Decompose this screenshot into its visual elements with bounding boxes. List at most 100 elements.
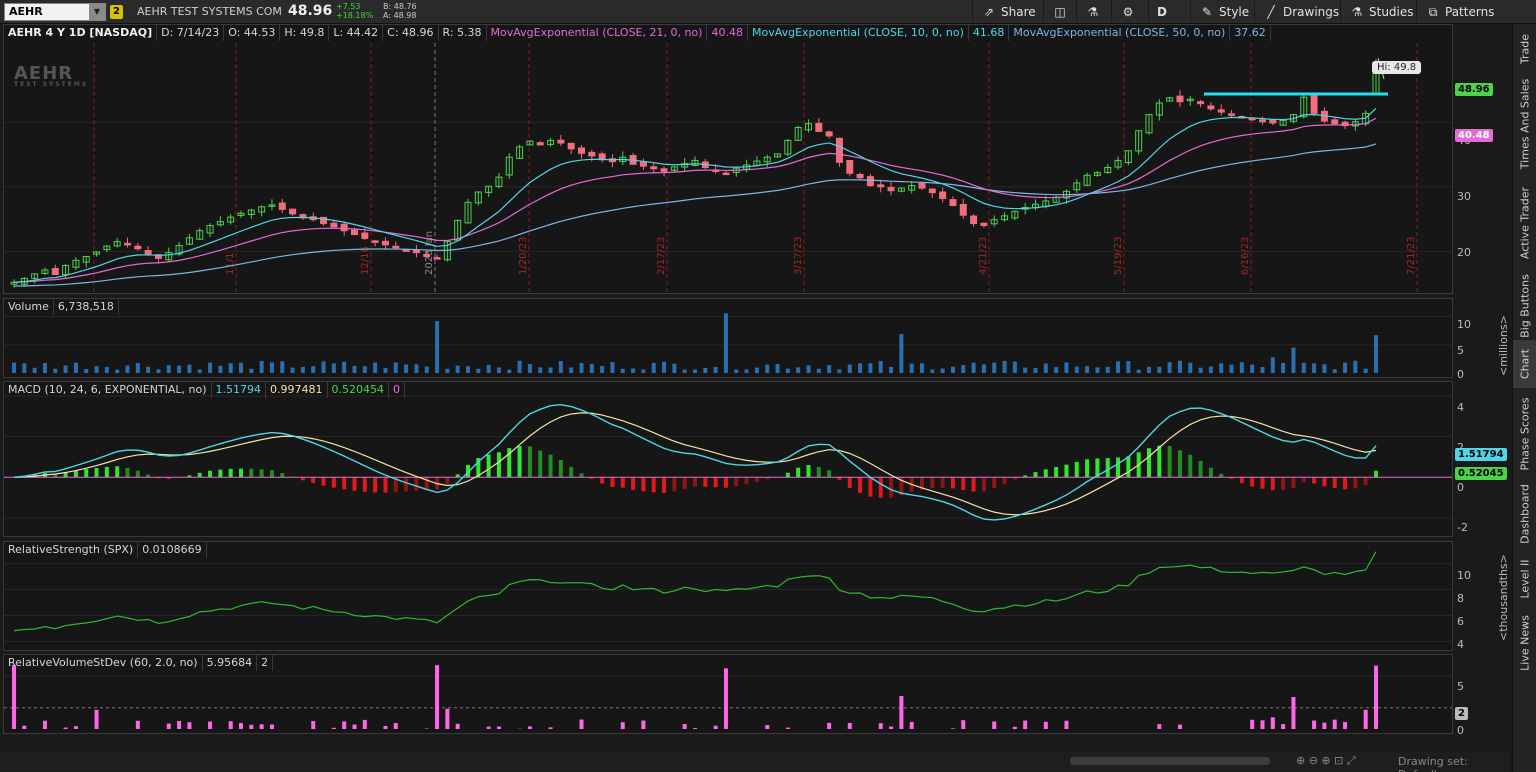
rvol-bar xyxy=(1270,717,1275,729)
settings-button[interactable]: ⚙ xyxy=(1111,0,1145,24)
flask-button[interactable]: ⚗ xyxy=(1076,0,1110,24)
symbol-dropdown-icon[interactable]: ▼ xyxy=(89,4,105,20)
volume-bar xyxy=(84,369,89,373)
macd-histogram-bar xyxy=(115,466,120,478)
macd-histogram-bar xyxy=(1353,477,1358,489)
share-button[interactable]: ⇗ Share xyxy=(972,0,1044,24)
side-tab-active-trader[interactable]: Active Trader xyxy=(1513,174,1536,272)
candle-body xyxy=(939,191,947,199)
macd-histogram-bar xyxy=(104,466,109,478)
macd-histogram-bar xyxy=(280,473,285,478)
side-tab-dashboard[interactable]: Dashboard xyxy=(1513,480,1536,548)
volume-chart[interactable] xyxy=(4,299,1452,377)
share-icon: ⇗ xyxy=(983,5,995,19)
side-tab-label: Times And Sales xyxy=(1518,78,1532,170)
candle-body xyxy=(660,168,668,172)
rvol-bar xyxy=(259,724,264,729)
rs-title[interactable]: RelativeStrength (SPX) xyxy=(4,542,139,558)
macd-histogram-bar xyxy=(1239,477,1244,484)
volume-title[interactable]: Volume xyxy=(4,299,54,315)
aggregation-button[interactable]: D xyxy=(1148,0,1188,24)
volume-bar xyxy=(703,367,708,373)
macd-histogram-bar xyxy=(1281,477,1286,490)
volume-bar xyxy=(342,361,347,373)
volume-bar xyxy=(22,363,27,373)
side-tab-trade[interactable]: Trade xyxy=(1513,24,1536,74)
chart-area[interactable]: 11/1 12/16 2023 Jan 1/20/23 2/17/23 3/17/23 4/… xyxy=(0,24,1510,772)
relative-volume-pane[interactable]: RelativeVolumeStDev (60, 2.0, no) 5.95684… xyxy=(3,654,1453,734)
drawing-set-label[interactable]: Drawing set: Default xyxy=(1398,755,1510,772)
volume-bar xyxy=(662,361,667,373)
event-marker-label: 11/1 xyxy=(225,253,236,275)
macd-histogram-bar xyxy=(1105,458,1110,478)
candle-body xyxy=(1207,105,1215,110)
studies-button[interactable]: ⚗ Studies xyxy=(1340,0,1422,24)
volume-bar xyxy=(1136,369,1141,373)
macd-histogram-bar xyxy=(1147,448,1151,478)
volume-bar xyxy=(1270,357,1275,373)
rvol-bar xyxy=(847,722,852,729)
side-tab-live-news[interactable]: Live News xyxy=(1513,610,1536,676)
volume-bar xyxy=(1260,366,1265,373)
chart-title: AEHR 4 Y 1D [NASDAQ] xyxy=(4,25,158,41)
volume-bar xyxy=(1116,361,1121,373)
ema50-label[interactable]: MovAvgExponential (CLOSE, 50, 0, no) xyxy=(1009,25,1231,41)
snapshot-button[interactable]: ◫ xyxy=(1043,0,1073,24)
side-tab-big-buttons[interactable]: Big Buttons xyxy=(1513,272,1536,340)
link-group-badge[interactable]: 2 xyxy=(110,5,123,19)
volume-bar xyxy=(558,361,563,373)
candle-body xyxy=(1259,119,1266,123)
ema21-label[interactable]: MovAvgExponential (CLOSE, 21, 0, no) xyxy=(487,25,708,41)
rvol-bar xyxy=(135,720,140,729)
chart-scrollbar[interactable] xyxy=(1070,757,1270,765)
price-pane[interactable]: 11/1 12/16 2023 Jan 1/20/23 2/17/23 3/17/23 4/… xyxy=(3,24,1453,294)
macd-histogram-bar xyxy=(352,477,357,491)
candle-body xyxy=(433,257,441,260)
volume-bar xyxy=(280,361,285,373)
macd-title[interactable]: MACD (10, 24, 6, EXPONENTIAL, no) xyxy=(4,382,212,398)
volume-bar xyxy=(187,364,192,373)
volume-bar xyxy=(125,365,130,373)
volume-bar xyxy=(1085,366,1090,373)
rvol-title[interactable]: RelativeVolumeStDev (60, 2.0, no) xyxy=(4,655,203,671)
side-tab-phase-scores[interactable]: Phase Scores xyxy=(1513,388,1536,480)
macd-histogram-bar xyxy=(662,477,667,493)
macd-chart[interactable] xyxy=(4,382,1452,536)
patterns-button[interactable]: ⧉ Patterns xyxy=(1416,0,1502,24)
price-axis[interactable]: 40 30 20 48.96 40.48 xyxy=(1453,24,1501,294)
volume-pane[interactable]: Volume 6,738,518 xyxy=(3,298,1453,378)
symbol-input[interactable]: AEHR ▼ xyxy=(4,3,106,21)
macd-histogram-bar xyxy=(816,466,821,478)
volume-bar xyxy=(1023,367,1028,373)
macd-histogram-bar xyxy=(1177,450,1182,478)
side-tab-label: Chart xyxy=(1518,348,1532,380)
side-tab-label: Dashboard xyxy=(1518,484,1532,544)
price-chart[interactable]: 11/1 12/16 2023 Jan 1/20/23 2/17/23 3/17/23 4/… xyxy=(4,25,1452,293)
volume-bar xyxy=(1105,366,1110,373)
style-button[interactable]: ✎ Style xyxy=(1190,0,1257,24)
macd-histogram-bar xyxy=(1188,454,1193,478)
relative-strength-chart[interactable] xyxy=(4,542,1452,650)
drawings-button[interactable]: ╱ Drawings xyxy=(1254,0,1347,24)
zoom-controls[interactable]: ⊕ ⊖ ⊕ ⊡ ⤢ xyxy=(1296,754,1356,768)
side-tab-level-ii[interactable]: Level II xyxy=(1513,548,1536,610)
volume-bar xyxy=(837,369,842,373)
rvol-bar xyxy=(445,708,450,729)
macd-pane[interactable]: MACD (10, 24, 6, EXPONENTIAL, no) 1.51794… xyxy=(3,381,1453,537)
side-tab-chart[interactable]: Chart xyxy=(1513,340,1536,388)
macd-histogram-bar xyxy=(796,467,801,478)
relative-strength-pane[interactable]: RelativeStrength (SPX) 0.0108669 xyxy=(3,541,1453,651)
macd-histogram-bar xyxy=(827,470,832,478)
volume-bar xyxy=(961,365,966,373)
volume-bar xyxy=(1177,360,1182,373)
bar-date: D: 7/14/23 xyxy=(157,25,225,41)
macd-histogram-bar xyxy=(1291,477,1296,489)
rvol-bar xyxy=(713,725,718,729)
side-tab-times-and-sales[interactable]: Times And Sales xyxy=(1513,74,1536,174)
volume-bar xyxy=(754,367,759,373)
ema10-label[interactable]: MovAvgExponential (CLOSE, 10, 0, no) xyxy=(748,25,969,41)
volume-bar xyxy=(1363,368,1368,373)
volume-tick: 10 xyxy=(1457,318,1471,331)
volume-bar xyxy=(1229,364,1234,373)
rvol-bar xyxy=(486,726,491,729)
